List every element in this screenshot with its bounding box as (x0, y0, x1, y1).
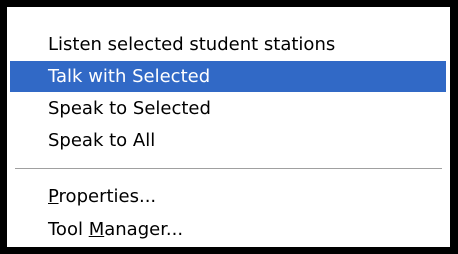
menu-item-speak-to-all[interactable]: Speak to All (10, 125, 446, 156)
menu-item-tool-manager-accelerator: M (88, 219, 105, 240)
menu-item-tool-manager-label-after: anager... (104, 219, 184, 240)
menu-item-tool-manager-label-before: Tool (48, 219, 89, 240)
menu-item-properties-label-after: roperties... (58, 186, 157, 207)
context-menu: Listen selected student stations Talk wi… (7, 7, 450, 247)
menu-item-speak-to-selected[interactable]: Speak to Selected (10, 93, 446, 124)
menu-item-listen-selected-student-stations[interactable]: Listen selected student stations (10, 29, 446, 60)
menu-item-properties[interactable]: Properties... (10, 181, 446, 212)
menu-item-talk-with-selected[interactable]: Talk with Selected (10, 61, 446, 92)
menu-separator (15, 168, 442, 170)
menu-item-properties-accelerator: P (48, 186, 59, 207)
menu-item-tool-manager[interactable]: Tool Manager... (10, 214, 446, 245)
